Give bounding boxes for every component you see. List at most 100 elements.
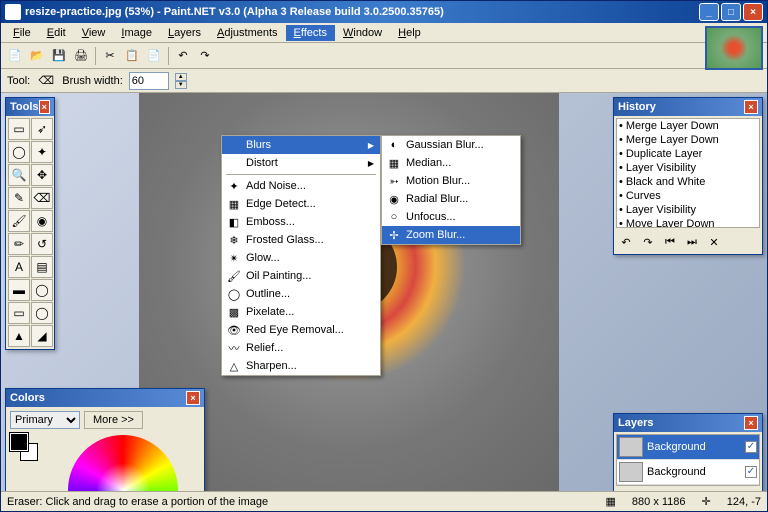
history-redo-button[interactable]: ↷ xyxy=(638,232,658,252)
copy-button[interactable]: 📋 xyxy=(122,46,142,66)
tool-5[interactable]: ✥ xyxy=(31,164,53,186)
layers-close-button[interactable]: × xyxy=(744,416,758,430)
tool-4[interactable]: 🔍 xyxy=(8,164,30,186)
layer-item[interactable]: Background✓ xyxy=(617,435,759,460)
layer-up-button[interactable]: ▲ xyxy=(699,490,718,491)
color-wheel[interactable] xyxy=(68,435,178,491)
blur-motion-blur-[interactable]: ➳Motion Blur... xyxy=(382,172,520,190)
effect-blurs[interactable]: Blurs▶ xyxy=(222,136,380,154)
effect-red-eye-removal-[interactable]: 👁Red Eye Removal... xyxy=(222,321,380,339)
save-button[interactable]: 💾 xyxy=(49,46,69,66)
print-button[interactable]: 🖨 xyxy=(71,46,91,66)
menu-help[interactable]: Help xyxy=(390,25,429,41)
colors-close-button[interactable]: × xyxy=(186,391,200,405)
effect-distort[interactable]: Distort▶ xyxy=(222,154,380,172)
menu-view[interactable]: View xyxy=(74,25,114,41)
layer-down-button[interactable]: ▼ xyxy=(720,490,739,491)
color-mode-select[interactable]: Primary xyxy=(10,411,80,429)
tool-2[interactable]: ◯ xyxy=(8,141,30,163)
effect-glow-[interactable]: ✴Glow... xyxy=(222,249,380,267)
blur-gaussian-blur-[interactable]: ◐Gaussian Blur... xyxy=(382,136,520,154)
history-item[interactable]: •Merge Layer Down xyxy=(617,133,759,147)
effect-relief-[interactable]: 〰Relief... xyxy=(222,339,380,357)
tool-10[interactable]: ✏ xyxy=(8,233,30,255)
history-item[interactable]: •Merge Layer Down xyxy=(617,119,759,133)
layer-add-button[interactable]: ➕ xyxy=(616,490,635,491)
close-button[interactable]: × xyxy=(743,3,763,21)
blur-unfocus-[interactable]: ○Unfocus... xyxy=(382,208,520,226)
document-thumbnail[interactable] xyxy=(705,26,763,70)
tool-13[interactable]: ▤ xyxy=(31,256,53,278)
effect-sharpen-[interactable]: △Sharpen... xyxy=(222,357,380,375)
tool-0[interactable]: ▭ xyxy=(8,118,30,140)
history-rewind-button[interactable]: ⏮ xyxy=(660,232,680,252)
history-item[interactable]: •Black and White xyxy=(617,175,759,189)
blurs-submenu: ◐Gaussian Blur...▦Median...➳Motion Blur.… xyxy=(381,135,521,245)
history-item[interactable]: •Curves xyxy=(617,189,759,203)
new-button[interactable]: 📄 xyxy=(5,46,25,66)
tool-14[interactable]: ▬ xyxy=(8,279,30,301)
history-item[interactable]: •Move Layer Down xyxy=(617,217,759,228)
blur-zoom-blur-[interactable]: ✢Zoom Blur... xyxy=(382,226,520,244)
history-undo-button[interactable]: ↶ xyxy=(616,232,636,252)
tool-15[interactable]: ◯ xyxy=(31,279,53,301)
brush-down-button[interactable]: ▼ xyxy=(175,81,187,89)
layer-dup-button[interactable]: 📋 xyxy=(658,490,677,491)
history-delete-button[interactable]: ✕ xyxy=(704,232,724,252)
redo-button[interactable]: ↷ xyxy=(195,46,215,66)
layer-delete-button[interactable]: ✕ xyxy=(637,490,656,491)
tool-18[interactable]: ▲ xyxy=(8,325,30,347)
paste-button[interactable]: 📄 xyxy=(144,46,164,66)
maximize-button[interactable]: □ xyxy=(721,3,741,21)
menu-effects[interactable]: Effects xyxy=(286,25,335,41)
tool-9[interactable]: ◉ xyxy=(31,210,53,232)
layers-panel-title: Layers xyxy=(618,417,653,429)
blur-radial-blur-[interactable]: ◉Radial Blur... xyxy=(382,190,520,208)
tool-11[interactable]: ↺ xyxy=(31,233,53,255)
active-tool-icon[interactable]: ⌫ xyxy=(36,71,56,91)
effect-frosted-glass-[interactable]: ❄Frosted Glass... xyxy=(222,231,380,249)
menu-image[interactable]: Image xyxy=(113,25,160,41)
history-item[interactable]: •Duplicate Layer xyxy=(617,147,759,161)
effect-edge-detect-[interactable]: ▦Edge Detect... xyxy=(222,195,380,213)
history-item[interactable]: •Layer Visibility xyxy=(617,203,759,217)
status-hint: Eraser: Click and drag to erase a portio… xyxy=(7,496,268,508)
tool-8[interactable]: 🖌 xyxy=(8,210,30,232)
tool-7[interactable]: ⌫ xyxy=(31,187,53,209)
tool-options-bar: Tool: ⌫ Brush width: ▲▼ xyxy=(1,69,767,93)
menu-adjustments[interactable]: Adjustments xyxy=(209,25,286,41)
effect-add-noise-[interactable]: ✦Add Noise... xyxy=(222,177,380,195)
effect-emboss-[interactable]: ◧Emboss... xyxy=(222,213,380,231)
history-panel-title: History xyxy=(618,101,656,113)
blur-median-[interactable]: ▦Median... xyxy=(382,154,520,172)
tool-19[interactable]: ◢ xyxy=(31,325,53,347)
layer-merge-button[interactable]: ⬇ xyxy=(679,490,698,491)
layer-item[interactable]: Background✓ xyxy=(617,460,759,485)
brush-width-input[interactable] xyxy=(129,72,169,90)
more-colors-button[interactable]: More >> xyxy=(84,411,143,429)
menu-file[interactable]: File xyxy=(5,25,39,41)
menu-edit[interactable]: Edit xyxy=(39,25,74,41)
tool-1[interactable]: ➶ xyxy=(31,118,53,140)
history-close-button[interactable]: × xyxy=(744,100,758,114)
tool-6[interactable]: ✎ xyxy=(8,187,30,209)
tool-16[interactable]: ▭ xyxy=(8,302,30,324)
effect-oil-painting-[interactable]: 🖌Oil Painting... xyxy=(222,267,380,285)
tool-3[interactable]: ✦ xyxy=(31,141,53,163)
history-forward-button[interactable]: ⏭ xyxy=(682,232,702,252)
undo-button[interactable]: ↶ xyxy=(173,46,193,66)
minimize-button[interactable]: _ xyxy=(699,3,719,21)
history-item[interactable]: •Layer Visibility xyxy=(617,161,759,175)
effect-pixelate-[interactable]: ▩Pixelate... xyxy=(222,303,380,321)
tool-17[interactable]: ◯ xyxy=(31,302,53,324)
tools-close-button[interactable]: × xyxy=(39,100,50,114)
brush-up-button[interactable]: ▲ xyxy=(175,73,187,81)
cut-button[interactable]: ✂ xyxy=(100,46,120,66)
effect-outline-[interactable]: ◯Outline... xyxy=(222,285,380,303)
fg-bg-swatches[interactable] xyxy=(10,433,40,463)
menu-layers[interactable]: Layers xyxy=(160,25,209,41)
tool-12[interactable]: A xyxy=(8,256,30,278)
layer-props-button[interactable]: ⚙ xyxy=(741,490,760,491)
open-button[interactable]: 📂 xyxy=(27,46,47,66)
menu-window[interactable]: Window xyxy=(335,25,390,41)
